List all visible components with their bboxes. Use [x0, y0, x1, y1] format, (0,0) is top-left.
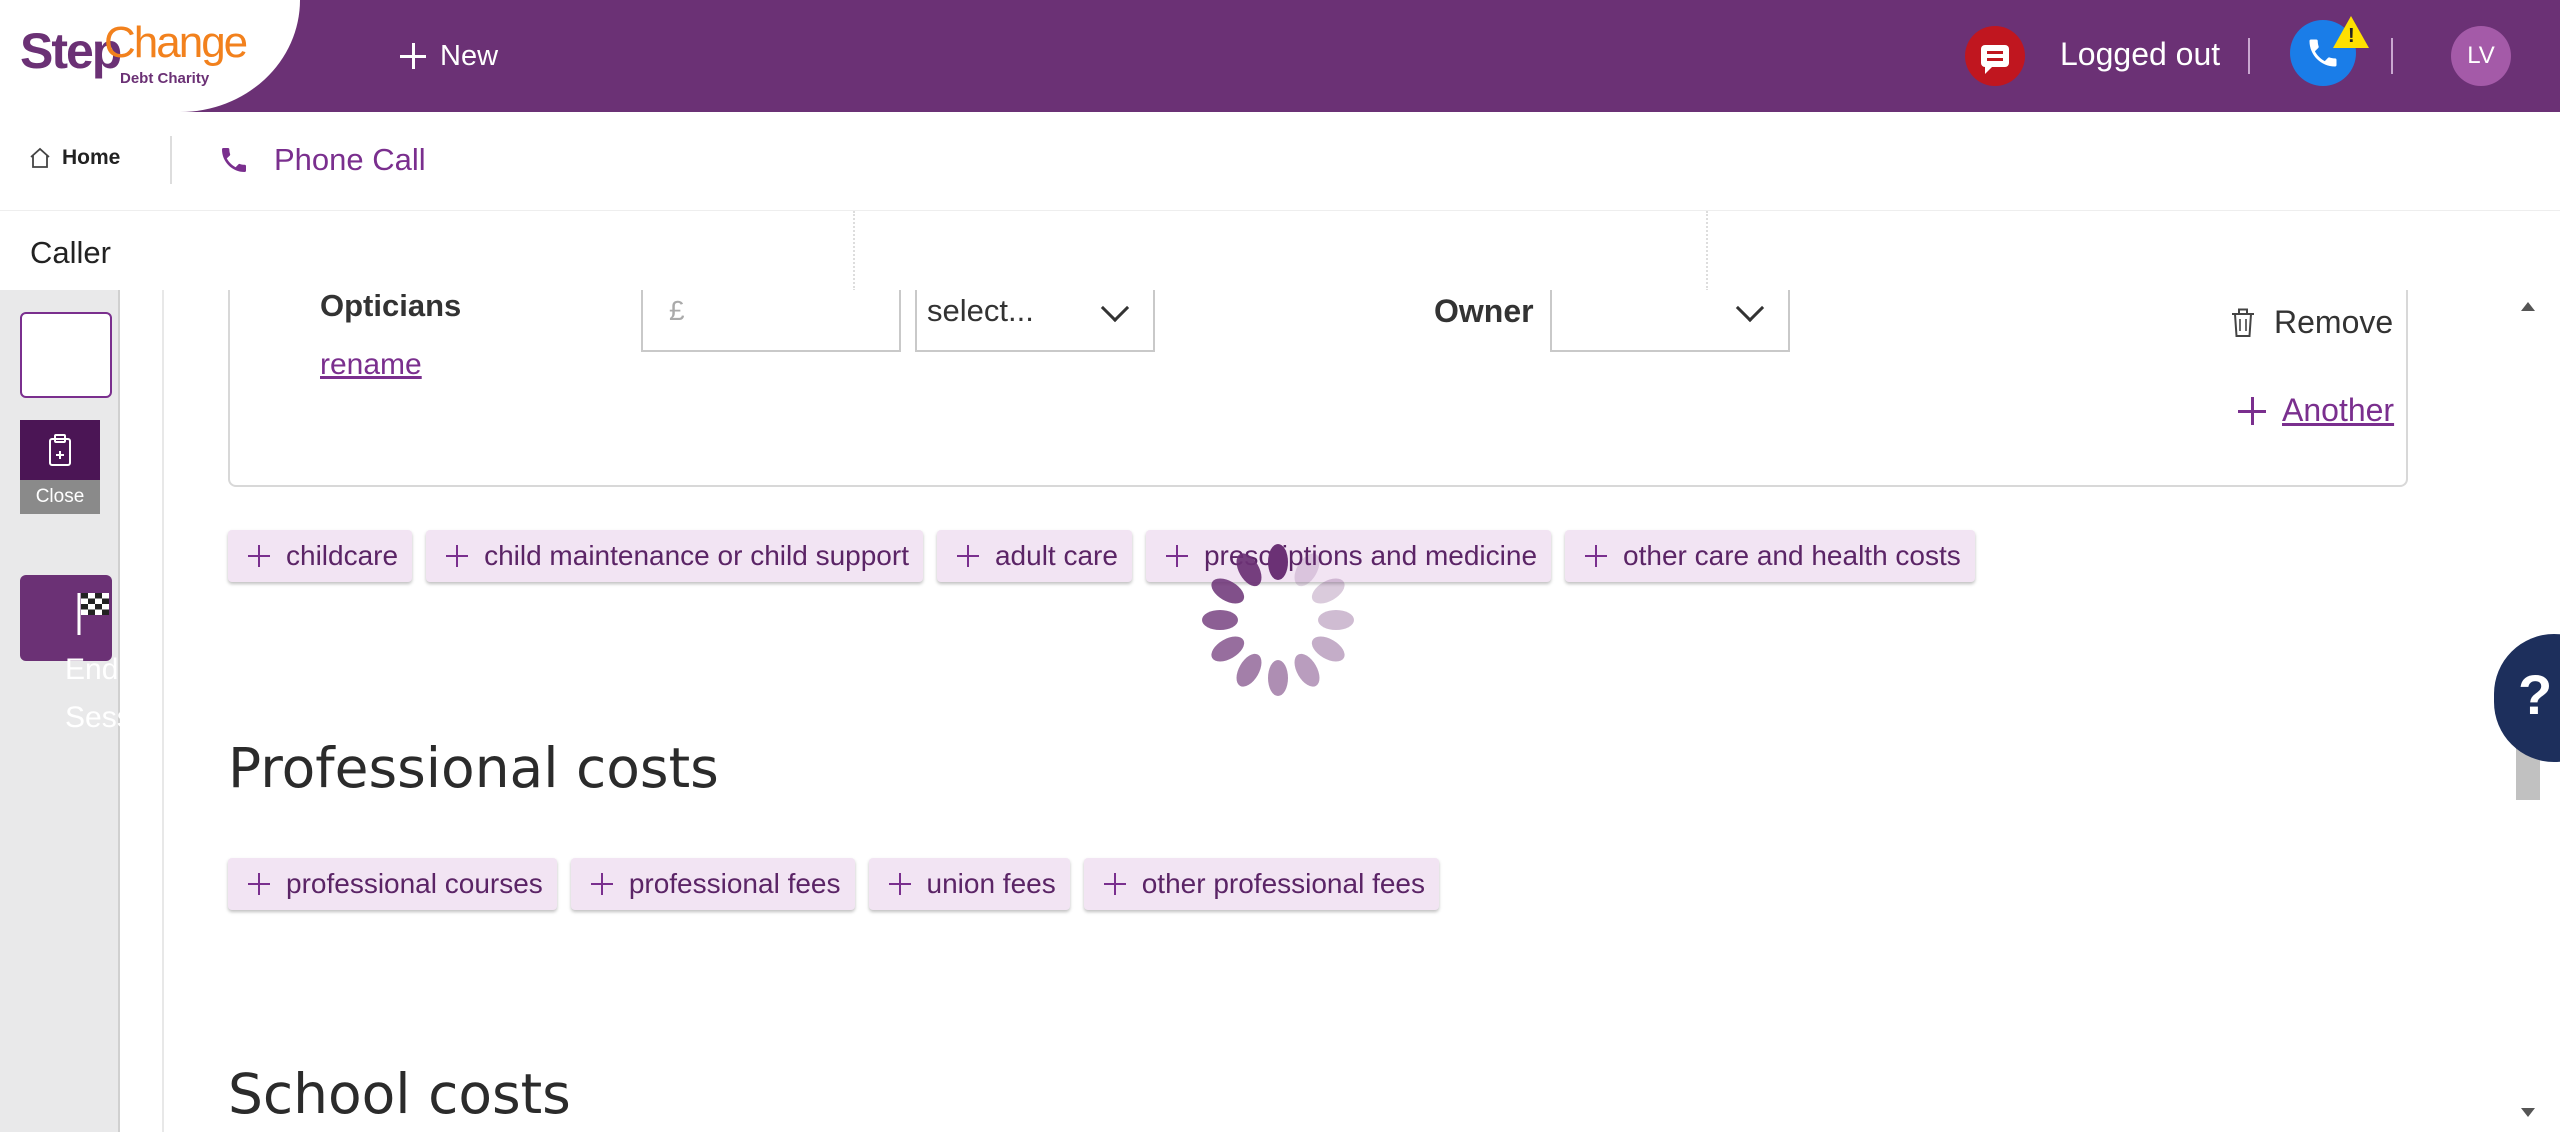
- care-chip-label: other care and health costs: [1623, 540, 1961, 571]
- professional-chip[interactable]: professional courses: [228, 858, 557, 910]
- tab-phone-call-label: Phone Call: [274, 142, 426, 177]
- care-chip[interactable]: other care and health costs: [1565, 530, 1975, 582]
- top-header: Step Change Debt Charity New Logged out …: [0, 0, 2560, 112]
- new-button[interactable]: New: [400, 34, 498, 78]
- professional-chip-label: professional courses: [286, 868, 543, 899]
- plus-icon: [1585, 545, 1608, 567]
- clipboard-button[interactable]: [20, 420, 100, 480]
- section-heading-school: School costs: [228, 1062, 571, 1126]
- care-chip-label: adult care: [994, 540, 1118, 571]
- help-icon: ?: [2518, 663, 2553, 726]
- spinner-petal: [1311, 636, 1345, 662]
- flag-icon: [77, 593, 109, 635]
- app-root: Step Change Debt Charity New Logged out …: [0, 0, 2560, 1132]
- care-chip[interactable]: childcare: [228, 530, 413, 582]
- loading-spinner-icon: [1202, 544, 1354, 696]
- owner-select[interactable]: [1550, 290, 1790, 352]
- spinner-petal: [1318, 610, 1354, 630]
- chat-icon[interactable]: [1965, 26, 2025, 86]
- spinner-petal: [1236, 653, 1262, 687]
- spinner-petal: [1268, 544, 1288, 580]
- plus-icon: [248, 873, 270, 895]
- trash-icon: [2232, 308, 2254, 337]
- spinner-petal: [1202, 610, 1238, 630]
- warning-glyph: !: [2348, 25, 2355, 47]
- plus-icon: [1103, 873, 1126, 895]
- avatar[interactable]: LV: [2451, 26, 2511, 86]
- care-chip-row: childcare child maintenance or child supp…: [228, 530, 1975, 582]
- column-divider: [853, 211, 855, 291]
- plus-icon: [590, 873, 613, 895]
- professional-chip-label: other professional fees: [1141, 868, 1425, 899]
- care-chip-label: childcare: [286, 540, 399, 571]
- header-divider: [2391, 38, 2393, 74]
- care-chip-label: child maintenance or child support: [484, 540, 909, 571]
- professional-chip[interactable]: professional fees: [570, 858, 855, 910]
- professional-chip-label: professional fees: [628, 868, 841, 899]
- amount-input[interactable]: £: [641, 290, 901, 352]
- spinner-petal: [1236, 553, 1262, 587]
- rename-link[interactable]: rename: [320, 348, 422, 382]
- end-session-label: End Session: [65, 653, 121, 734]
- care-chip[interactable]: adult care: [936, 530, 1132, 582]
- column-divider: [1706, 211, 1708, 291]
- presence-status[interactable]: Logged out: [2060, 36, 2220, 73]
- add-another-button[interactable]: Another: [2238, 392, 2394, 429]
- spinner-petal: [1294, 653, 1320, 687]
- frequency-select-value: select...: [927, 293, 1034, 328]
- stepchange-logo[interactable]: Step Change Debt Charity: [0, 0, 300, 112]
- logo-sub-text: Debt Charity: [120, 70, 210, 87]
- owner-label: Owner: [1434, 293, 1534, 329]
- warning-icon: !: [2333, 16, 2369, 48]
- frequency-select[interactable]: select...: [915, 290, 1155, 352]
- plus-icon: [956, 545, 979, 567]
- tab-bar: Home Phone Call: [0, 112, 2560, 208]
- professional-chip[interactable]: other professional fees: [1083, 858, 1439, 910]
- spinner-petal: [1211, 636, 1245, 662]
- tab-home-label: Home: [62, 146, 121, 169]
- plus-icon: [888, 873, 911, 895]
- phone-icon: [222, 148, 246, 172]
- spinner-petal: [1268, 660, 1288, 696]
- plus-icon: [248, 545, 270, 567]
- expense-row-name: Opticians: [320, 290, 462, 323]
- tab-home[interactable]: Home: [28, 146, 120, 170]
- expense-row-card: Opticians rename £ select... Owner Remov…: [228, 290, 2408, 487]
- plus-icon: [2238, 396, 2266, 425]
- remove-button-label: Remove: [2274, 304, 2394, 340]
- tab-divider: [170, 136, 172, 184]
- clipboard-icon: [49, 434, 71, 466]
- scroll-down-arrow[interactable]: [2521, 1108, 2535, 1117]
- professional-chip[interactable]: union fees: [868, 858, 1070, 910]
- chevron-down-icon: [1735, 293, 1765, 323]
- spinner-petal: [1311, 578, 1345, 604]
- logo-change-text: Change: [104, 18, 248, 67]
- avatar-initials: LV: [2467, 42, 2495, 69]
- header-divider: [2248, 38, 2250, 74]
- close-button[interactable]: Close: [20, 480, 100, 514]
- plus-icon: [446, 545, 469, 567]
- rail-blank-button[interactable]: [20, 312, 112, 398]
- scroll-up-arrow[interactable]: [2521, 302, 2535, 311]
- professional-chip-label: union fees: [926, 868, 1056, 899]
- care-chip[interactable]: child maintenance or child support: [426, 530, 923, 582]
- remove-button[interactable]: Remove: [2230, 304, 2393, 341]
- professional-chip-row: professional courses professional fees uni…: [228, 858, 1439, 910]
- caller-label: Caller: [30, 235, 111, 270]
- home-icon: [30, 147, 50, 168]
- left-rail: Close End Session: [0, 290, 121, 1132]
- tab-phone-call[interactable]: Phone Call: [218, 142, 426, 178]
- section-heading-professional: Professional costs: [228, 736, 719, 800]
- chevron-down-icon: [1100, 293, 1130, 323]
- amount-placeholder: £: [669, 295, 685, 326]
- new-button-label: New: [440, 39, 499, 72]
- add-another-label: Another: [2282, 392, 2395, 428]
- spinner-petal: [1294, 553, 1320, 587]
- spinner-petal: [1211, 578, 1245, 604]
- caller-header: Caller: [0, 210, 2560, 291]
- plus-icon: [400, 43, 426, 69]
